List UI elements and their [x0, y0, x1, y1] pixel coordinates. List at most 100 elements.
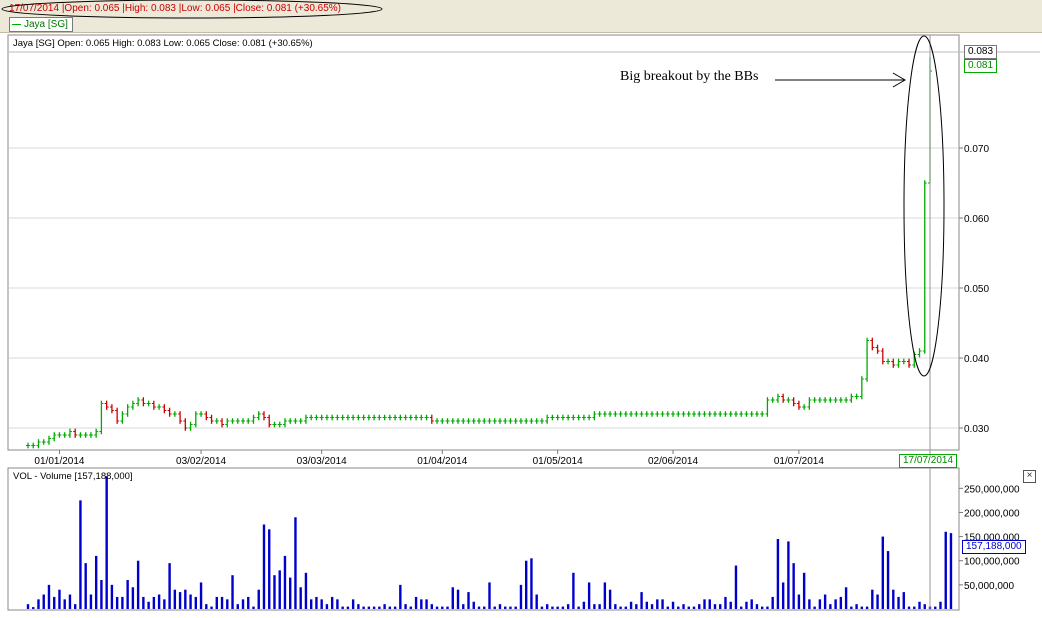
volume-bar: [598, 604, 601, 609]
volume-bar: [383, 604, 386, 609]
volume-bar: [467, 592, 470, 609]
volume-bar: [519, 584, 523, 609]
volume-bar: [834, 599, 837, 609]
volume-bar: [566, 604, 570, 609]
volume-bar: [351, 599, 355, 609]
volume-bar: [682, 604, 685, 609]
volume-bar: [771, 596, 774, 609]
volume-tick-label: 50,000,000: [964, 581, 1014, 592]
volume-bar: [189, 594, 192, 609]
volume-bar: [226, 599, 229, 609]
x-tick-label: 01/05/2014: [533, 456, 583, 467]
volume-bar: [829, 604, 832, 609]
volume-bar: [136, 560, 140, 609]
volume-bar: [205, 604, 208, 609]
volume-bar: [629, 601, 633, 609]
volume-bar: [687, 606, 690, 609]
volume-bar: [152, 596, 156, 609]
volume-bar: [142, 596, 145, 609]
volume-bar: [902, 592, 905, 609]
volume-bar: [650, 604, 654, 609]
volume-bar: [587, 582, 591, 609]
volume-bar: [199, 582, 203, 609]
volume-bar: [37, 599, 40, 609]
volume-bar: [719, 604, 722, 609]
volume-bar: [220, 596, 224, 609]
volume-bar: [42, 594, 45, 609]
volume-bar: [876, 594, 879, 609]
volume-bar: [32, 607, 35, 609]
x-tick-label: 01/04/2014: [417, 456, 467, 467]
volume-bar: [462, 604, 465, 609]
volume-bar: [131, 587, 135, 609]
volume-bar: [582, 601, 586, 609]
volume-bar: [713, 604, 717, 609]
volume-bar: [420, 599, 423, 609]
volume-bar: [740, 606, 743, 609]
volume-bar: [855, 604, 858, 609]
volume-bar: [105, 476, 108, 609]
close-pane-button[interactable]: ×: [1023, 470, 1036, 483]
volume-bar: [283, 555, 287, 609]
volume-bar: [194, 596, 198, 609]
x-tick-label: 01/07/2014: [774, 456, 824, 467]
volume-bar: [68, 594, 72, 609]
volume-bar: [362, 606, 365, 609]
volume-bar: [493, 606, 496, 609]
volume-bar: [210, 606, 213, 609]
volume-bar: [63, 599, 66, 609]
volume-bar: [472, 601, 475, 609]
volume-bar: [178, 592, 182, 609]
volume-bar: [729, 601, 732, 609]
volume-bar: [666, 606, 669, 609]
volume-bar: [299, 587, 302, 609]
volume-bar: [844, 587, 848, 609]
volume-bar: [273, 575, 276, 609]
volume-bar: [766, 606, 769, 609]
volume-bar: [367, 606, 371, 609]
volume-bar: [399, 584, 402, 609]
volume-bar: [802, 572, 806, 609]
chart-canvas: 0.030 0.040 0.050 0.060 0.070 01/01/2014 03/02…: [1, 0, 1040, 611]
volume-bar: [488, 582, 491, 609]
volume-bar: [939, 601, 942, 609]
volume-bar: [294, 517, 297, 609]
volume-bar: [252, 606, 255, 609]
volume-bar: [110, 584, 114, 609]
volume-bar: [692, 606, 696, 609]
volume-bar: [157, 594, 161, 609]
volume-bar: [755, 604, 759, 609]
volume-bar: [336, 599, 339, 609]
volume-bar: [913, 606, 916, 609]
volume-bar: [792, 563, 795, 609]
volume-bar: [797, 594, 801, 609]
volume-bar: [47, 584, 51, 609]
volume-bar: [498, 604, 502, 609]
date-tag: 17/07/2014: [899, 454, 958, 468]
volume-bar: [614, 604, 617, 609]
volume-bar: [734, 565, 738, 609]
volume-bar: [378, 606, 381, 609]
volume-bar: [860, 606, 864, 609]
volume-bar: [184, 589, 187, 609]
volume-bar: [451, 587, 454, 609]
volume-bar: [745, 601, 748, 609]
volume-bar: [147, 601, 150, 609]
volume-bar: [535, 594, 538, 609]
price-tick-label: 0.060: [964, 214, 989, 225]
close-price-tag: 0.081: [964, 59, 998, 73]
volume-bar: [509, 606, 512, 609]
price-pane-frame: [7, 34, 960, 451]
volume-bar: [698, 604, 701, 609]
volume-bar: [703, 599, 706, 609]
price-tick-label: 0.040: [964, 354, 989, 365]
x-tick-label: 03/03/2014: [297, 456, 347, 467]
volume-bar: [514, 606, 517, 609]
volume-bar: [524, 560, 528, 609]
volume-tick-label: 100,000,000: [964, 557, 1020, 568]
volume-bar: [907, 606, 911, 609]
volume-bar: [173, 589, 177, 609]
volume-bar: [309, 599, 313, 609]
volume-bar: [708, 599, 711, 609]
volume-bar: [483, 606, 486, 609]
